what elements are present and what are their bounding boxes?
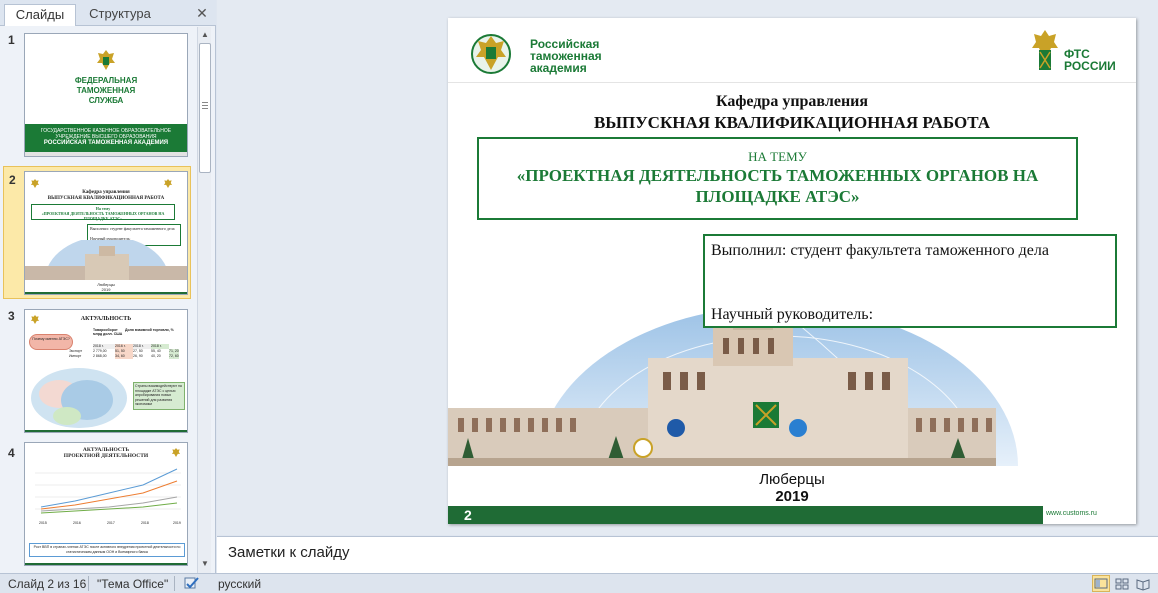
academy-emblem-icon <box>471 34 511 74</box>
topic-title: «ПРОЕКТНАЯ ДЕЯТЕЛЬНОСТЬ ТАМОЖЕННЫХ ОРГАН… <box>516 166 1039 206</box>
scroll-up-arrow-icon[interactable]: ▲ <box>198 28 212 42</box>
thumb-table-caption: Товарооборот млрд долл. США <box>93 328 123 336</box>
fts-emblem-icon <box>1032 30 1058 70</box>
thumbnail-list: 1 ФЕДЕРАЛЬНАЯ ТАМОЖЕННАЯ СЛУЖБА ГОСУДАРС… <box>0 27 196 573</box>
thumb-line: ВЫПУСКНАЯ КВАЛИФИКАЦИОННАЯ РАБОТА <box>47 196 165 201</box>
thumb-title: АКТУАЛЬНОСТЬ <box>80 316 132 322</box>
thumb-cell: 34, 60 <box>115 354 133 359</box>
slide[interactable]: Российская таможенная академия ФТС РОССИ… <box>448 18 1136 524</box>
normal-view-icon <box>1094 578 1108 589</box>
thumbnail-number: 1 <box>8 33 15 47</box>
slide-footer-bar: 2 www.customs.ru <box>448 506 1136 524</box>
emblem-icon <box>30 178 40 189</box>
notes-pane[interactable]: Заметки к слайду <box>217 536 1158 573</box>
place-and-year: Люберцы 2019 <box>448 471 1136 505</box>
normal-view-button[interactable] <box>1092 575 1110 592</box>
slide-thumbnail-1[interactable]: ФЕДЕРАЛЬНАЯ ТАМОЖЕННАЯ СЛУЖБА ГОСУДАРСТВ… <box>24 33 188 157</box>
building-illustration <box>25 240 187 280</box>
thumb-note: Страны взаимодействуют на площадке АТЭС … <box>133 382 185 410</box>
scrollbar-thumb[interactable] <box>199 43 211 173</box>
thumbnail-row-3[interactable]: 3 АКТУАЛЬНОСТЬ Почему именно АТЭС? Товар… <box>0 303 196 437</box>
thumb-cell: 26, 90 <box>133 354 143 358</box>
slide-editor-canvas: Российская таможенная академия ФТС РОССИ… <box>217 0 1158 535</box>
thumb-x-label: 2018 <box>141 521 149 525</box>
footer-url: www.customs.ru <box>1046 510 1097 517</box>
thumbnail-number: 2 <box>9 173 16 187</box>
fts-logo-line: РОССИИ <box>1064 59 1116 73</box>
thumb-title-line: ФЕДЕРАЛЬНАЯ <box>74 76 138 85</box>
thumb-x-label: 2019 <box>173 521 181 525</box>
slide-thumbnail-3[interactable]: АКТУАЛЬНОСТЬ Почему именно АТЭС? Товароо… <box>24 309 188 433</box>
supervisor-text: Научный руководитель: <box>711 306 874 323</box>
thumbnail-scrollbar[interactable]: ▲ ▼ <box>197 27 211 573</box>
close-icon[interactable]: ✕ <box>194 5 210 21</box>
tab-slides[interactable]: Слайды <box>4 4 76 26</box>
thumb-cell: Импорт <box>69 354 82 358</box>
thumbnail-row-4[interactable]: 4 АКТУАЛЬНОСТЬ ПРОЕКТНОЙ ДЕЯТЕЛЬНОСТИ 20… <box>0 440 196 573</box>
slide-number: 2 <box>464 507 472 523</box>
thumbnail-row-2[interactable]: 2 Кафедра управления ВЫПУСКНАЯ КВАЛИФИКА… <box>3 166 191 299</box>
emblem-icon <box>97 50 115 70</box>
theme-name[interactable]: "Тема Office" <box>97 577 168 591</box>
language-indicator[interactable]: русский <box>218 577 261 591</box>
thumbnail-row-1[interactable]: 1 ФЕДЕРАЛЬНАЯ ТАМОЖЕННАЯ СЛУЖБА ГОСУДАРС… <box>0 27 196 161</box>
thumb-author: Выполнил: студент факультета таможенного… <box>90 226 175 231</box>
venn-diagram <box>31 368 127 428</box>
thumb-x-label: 2016 <box>73 521 81 525</box>
status-bar: Слайд 2 из 16 "Тема Office" русский <box>0 573 1158 593</box>
thesis-title[interactable]: ВЫПУСКНАЯ КВАЛИФИКАЦИОННАЯ РАБОТА <box>448 113 1136 133</box>
author-box[interactable]: Выполнил: студент факультета таможенного… <box>703 234 1117 328</box>
slide-counter: Слайд 2 из 16 <box>8 577 87 591</box>
thumb-cell: 72, 60 <box>169 354 179 359</box>
thumb-cell: 2 868,00 <box>93 354 107 358</box>
slide-thumbnail-2[interactable]: Кафедра управления ВЫПУСКНАЯ КВАЛИФИКАЦИ… <box>24 171 188 295</box>
slide-thumbnail-4[interactable]: АКТУАЛЬНОСТЬ ПРОЕКТНОЙ ДЕЯТЕЛЬНОСТИ 2015… <box>24 442 188 566</box>
thumb-x-label: 2015 <box>39 521 47 525</box>
thumb-x-label: 2017 <box>107 521 115 525</box>
thumb-title-line: СЛУЖБА <box>88 96 124 105</box>
department-title[interactable]: Кафедра управления <box>448 93 1136 111</box>
author-text: Выполнил: студент факультета таможенного… <box>711 242 1049 259</box>
thumbnail-number: 4 <box>8 446 15 460</box>
pane-tabs: Слайды Структура ✕ <box>0 0 216 26</box>
thumb-topic: «ПРОЕКТНАЯ ДЕЯТЕЛЬНОСТЬ ТАМОЖЕННЫХ ОРГАН… <box>41 211 165 221</box>
academy-logo-line: академия <box>530 61 587 75</box>
spell-check-icon[interactable] <box>183 576 201 591</box>
academy-logo-text: Российская таможенная академия <box>530 38 602 74</box>
year-text: 2019 <box>775 488 809 505</box>
thumb-band-line: РОССИЙСКАЯ ТАМОЖЕННАЯ АКАДЕМИЯ <box>43 140 169 146</box>
fts-logo-text: ФТС РОССИИ <box>1064 48 1116 72</box>
thumbnail-number: 3 <box>8 309 15 323</box>
notes-placeholder[interactable]: Заметки к слайду <box>228 544 350 561</box>
tab-outline[interactable]: Структура <box>80 4 160 26</box>
line-chart <box>35 468 181 514</box>
thumb-footer-text: Рост ВВП в странах-членах АТЭС после акт… <box>29 543 185 557</box>
thumb-bubble: Почему именно АТЭС? <box>29 334 73 350</box>
reading-view-button[interactable] <box>1134 575 1152 592</box>
slide-sorter-icon <box>1115 578 1129 590</box>
thumb-title-line: ТАМОЖЕННАЯ <box>76 86 136 95</box>
emblem-icon <box>163 178 173 189</box>
emblem-icon <box>171 447 181 458</box>
slides-pane: Слайды Структура ✕ 1 ФЕДЕРАЛЬНАЯ ТАМОЖЕН… <box>0 0 216 573</box>
city-text: Люберцы <box>759 471 825 488</box>
slide-sorter-button[interactable] <box>1113 575 1131 592</box>
thumb-title: АКТУАЛЬНОСТЬ ПРОЕКТНОЙ ДЕЯТЕЛЬНОСТИ <box>63 447 149 459</box>
thumb-table: 2018 г. 2016 г. 2018 г. 2018 г. Экспорт … <box>69 344 179 359</box>
topic-prefix: НА ТЕМУ <box>748 149 807 164</box>
thumb-share-caption: Доля взаимной торговли, % <box>125 328 174 332</box>
topic-box[interactable]: НА ТЕМУ «ПРОЕКТНАЯ ДЕЯТЕЛЬНОСТЬ ТАМОЖЕНН… <box>477 137 1078 220</box>
grip-icon <box>202 102 208 111</box>
scroll-down-arrow-icon[interactable]: ▼ <box>198 557 212 571</box>
thumb-cell: 40, 20 <box>151 354 161 358</box>
reading-view-icon <box>1136 579 1150 591</box>
